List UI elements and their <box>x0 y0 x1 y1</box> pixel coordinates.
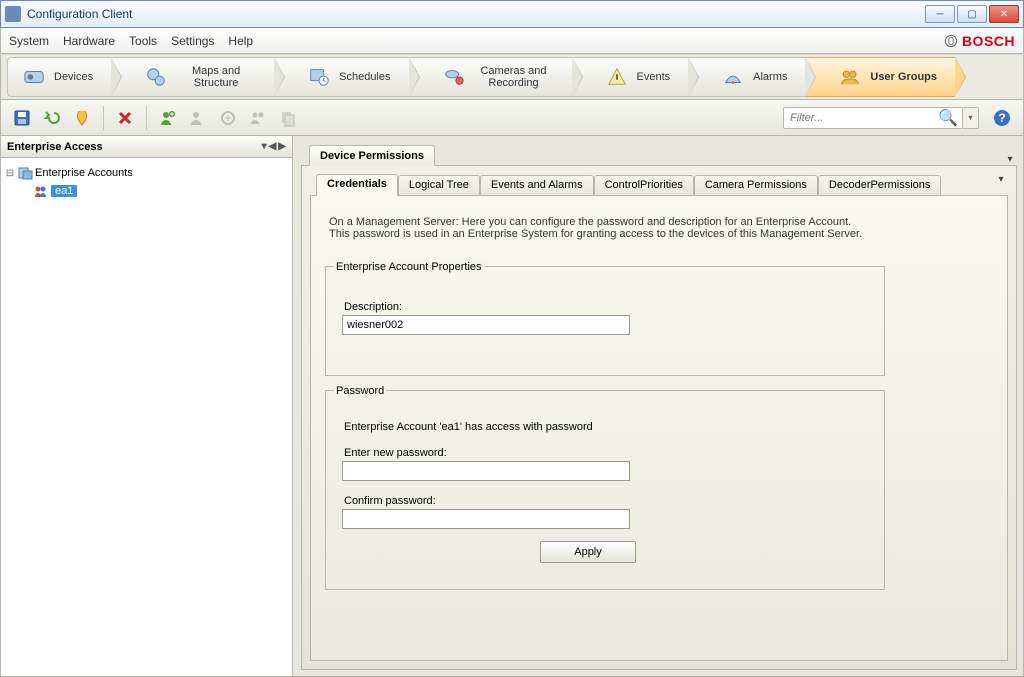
main-body: Enterprise Access ▾ ◀ ▶ ⊟ Enterprise Acc… <box>0 136 1024 677</box>
credentials-panel: On a Management Server: Here you can con… <box>310 196 1008 661</box>
search-icon: 🔍 <box>938 108 958 128</box>
devices-icon <box>20 65 48 89</box>
left-panel-header: Enterprise Access ▾ ◀ ▶ <box>1 136 292 158</box>
copy-users-button <box>245 105 271 131</box>
group2-title: Password <box>334 385 386 397</box>
new-password-label: Enter new password: <box>344 447 868 459</box>
left-panel-title: Enterprise Access <box>7 141 262 153</box>
tab-decoder-permissions[interactable]: DecoderPermissions <box>818 175 941 196</box>
tab-logical-tree[interactable]: Logical Tree <box>398 175 480 196</box>
sub-tab-bar: Credentials Logical Tree Events and Alar… <box>310 174 1008 196</box>
step-user-groups[interactable]: User Groups <box>805 57 955 97</box>
menu-tools[interactable]: Tools <box>129 34 157 48</box>
minimize-button[interactable]: ─ <box>925 5 955 23</box>
step-devices[interactable]: Devices <box>7 57 111 97</box>
left-panel: Enterprise Access ▾ ◀ ▶ ⊟ Enterprise Acc… <box>1 136 293 676</box>
user-groups-icon <box>836 65 864 89</box>
panel-next-icon[interactable]: ▶ <box>278 141 286 152</box>
subtab-expand-icon[interactable]: ▾ <box>994 174 1008 196</box>
collapse-icon[interactable]: ⊟ <box>5 168 15 179</box>
menu-hardware[interactable]: Hardware <box>63 34 115 48</box>
maximize-button[interactable]: ▢ <box>957 5 987 23</box>
tree-item-ea1[interactable]: ea1 <box>5 182 288 200</box>
confirm-password-input[interactable] <box>342 509 630 529</box>
main-tab-bar: Device Permissions ▾ <box>301 142 1017 166</box>
window-title: Configuration Client <box>27 7 925 21</box>
account-icon <box>33 183 49 199</box>
tab-events-alarms[interactable]: Events and Alarms <box>480 175 594 196</box>
app-icon <box>5 6 21 22</box>
menu-bar: System Hardware Tools Settings Help BOSC… <box>0 28 1024 54</box>
schedules-icon <box>305 65 333 89</box>
save-button[interactable] <box>9 105 35 131</box>
events-icon <box>603 65 631 89</box>
step-events[interactable]: Events <box>572 57 689 97</box>
description-input[interactable] <box>342 315 630 335</box>
tree-item-label: ea1 <box>51 185 77 197</box>
server-icon <box>17 165 33 181</box>
menu-system[interactable]: System <box>9 34 49 48</box>
tree-root-row[interactable]: ⊟ Enterprise Accounts <box>5 164 288 182</box>
info-text: On a Management Server: Here you can con… <box>325 216 993 240</box>
menu-help[interactable]: Help <box>228 34 253 48</box>
add-user-disabled-button <box>185 105 211 131</box>
toolbar: 🔍 ▾ ? <box>0 100 1024 136</box>
tab-device-permissions[interactable]: Device Permissions <box>309 145 435 166</box>
title-bar: Configuration Client ─ ▢ ✕ <box>0 0 1024 28</box>
group-password: Password Enterprise Account 'ea1' has ac… <box>325 390 885 590</box>
tab-credentials[interactable]: Credentials <box>316 174 398 196</box>
paste-button <box>275 105 301 131</box>
close-button[interactable]: ✕ <box>989 5 1019 23</box>
add-user-button[interactable] <box>155 105 181 131</box>
svg-text:?: ? <box>998 111 1005 125</box>
new-password-input[interactable] <box>342 461 630 481</box>
group1-title: Enterprise Account Properties <box>334 261 484 273</box>
tab-control-priorities[interactable]: ControlPriorities <box>594 175 694 196</box>
undo-button[interactable] <box>39 105 65 131</box>
add-group-button <box>215 105 241 131</box>
tree-view[interactable]: ⊟ Enterprise Accounts ea1 <box>1 158 292 676</box>
alarms-icon <box>719 65 747 89</box>
menu-settings[interactable]: Settings <box>171 34 214 48</box>
panel-prev-icon[interactable]: ◀ <box>269 141 277 152</box>
description-label: Description: <box>344 301 868 313</box>
right-panel: Device Permissions ▾ Credentials Logical… <box>293 136 1023 676</box>
filter-input[interactable] <box>788 111 938 125</box>
step-alarms[interactable]: Alarms <box>688 57 805 97</box>
step-schedules[interactable]: Schedules <box>274 57 408 97</box>
apply-button[interactable]: Apply <box>540 541 636 563</box>
brand-text: BOSCH <box>962 33 1015 49</box>
brand-logo: BOSCH <box>944 33 1015 49</box>
filter-dropdown[interactable]: ▾ <box>963 107 979 129</box>
maps-icon <box>142 65 170 89</box>
delete-button[interactable] <box>112 105 138 131</box>
step-cameras[interactable]: Cameras and Recording <box>409 57 572 97</box>
main-tab-body: Credentials Logical Tree Events and Alar… <box>301 166 1017 670</box>
cameras-icon <box>440 65 468 89</box>
tab-expand-icon[interactable]: ▾ <box>1003 154 1017 166</box>
info-line-1: On a Management Server: Here you can con… <box>329 216 993 228</box>
tab-camera-permissions[interactable]: Camera Permissions <box>694 175 818 196</box>
activate-button[interactable] <box>69 105 95 131</box>
confirm-password-label: Confirm password: <box>344 495 868 507</box>
step-maps[interactable]: Maps and Structure <box>111 57 274 97</box>
filter-box[interactable]: 🔍 <box>783 107 963 129</box>
panel-menu-icon[interactable]: ▾ <box>262 141 267 152</box>
separator <box>103 106 104 130</box>
group-enterprise-account-properties: Enterprise Account Properties Descriptio… <box>325 266 885 376</box>
tree-root-label: Enterprise Accounts <box>35 167 133 179</box>
help-button[interactable]: ? <box>989 105 1015 131</box>
workflow-steps: Devices Maps and Structure Schedules Cam… <box>0 54 1024 100</box>
password-status-text: Enterprise Account 'ea1' has access with… <box>344 421 868 433</box>
separator <box>146 106 147 130</box>
info-line-2: This password is used in an Enterprise S… <box>329 228 993 240</box>
bosch-icon <box>944 34 958 48</box>
